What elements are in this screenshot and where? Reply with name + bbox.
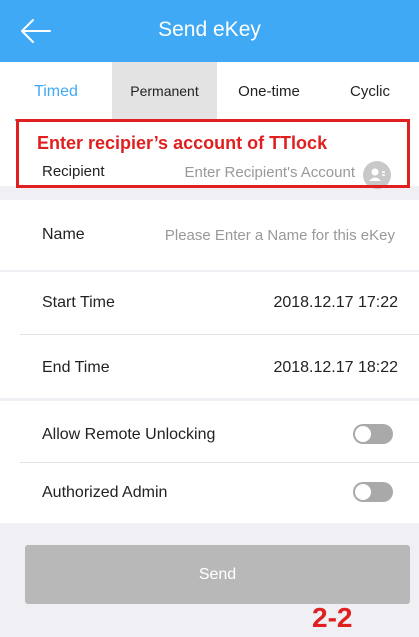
page-title: Send eKey	[158, 18, 261, 41]
authorized-admin-label: Authorized Admin	[42, 484, 168, 501]
start-time-value: 2018.12.17 17:22	[273, 294, 398, 311]
tab-cyclic[interactable]: Cyclic	[321, 62, 419, 121]
allow-remote-unlocking-toggle[interactable]	[353, 424, 393, 444]
end-time-row[interactable]: End Time 2018.12.17 18:22	[0, 335, 419, 398]
tab-bar: Timed Permanent One-time Cyclic	[0, 62, 419, 121]
name-label: Name	[42, 226, 85, 243]
tab-permanent[interactable]: Permanent	[112, 62, 217, 121]
name-input[interactable]	[120, 225, 395, 245]
permissions-group: Allow Remote Unlocking Authorized Admin	[0, 401, 419, 523]
authorized-admin-toggle[interactable]	[353, 482, 393, 502]
time-group: Start Time 2018.12.17 17:22 End Time 201…	[0, 272, 419, 398]
name-row: Name	[0, 200, 419, 270]
tab-one-time[interactable]: One-time	[217, 62, 321, 121]
toggle-knob	[355, 484, 371, 500]
allow-remote-unlocking-label: Allow Remote Unlocking	[42, 426, 216, 443]
tab-timed[interactable]: Timed	[0, 62, 112, 121]
annotation-callout: Enter recipier’s account of TTlock	[37, 133, 328, 153]
start-time-row[interactable]: Start Time 2018.12.17 17:22	[0, 272, 419, 334]
app-header: Send eKey	[0, 0, 419, 62]
start-time-label: Start Time	[42, 294, 115, 311]
divider	[20, 462, 419, 463]
toggle-knob	[355, 426, 371, 442]
end-time-label: End Time	[42, 359, 110, 376]
page-marker: 2-2	[312, 602, 353, 633]
end-time-value: 2018.12.17 18:22	[273, 359, 398, 376]
send-button[interactable]: Send	[25, 545, 410, 604]
